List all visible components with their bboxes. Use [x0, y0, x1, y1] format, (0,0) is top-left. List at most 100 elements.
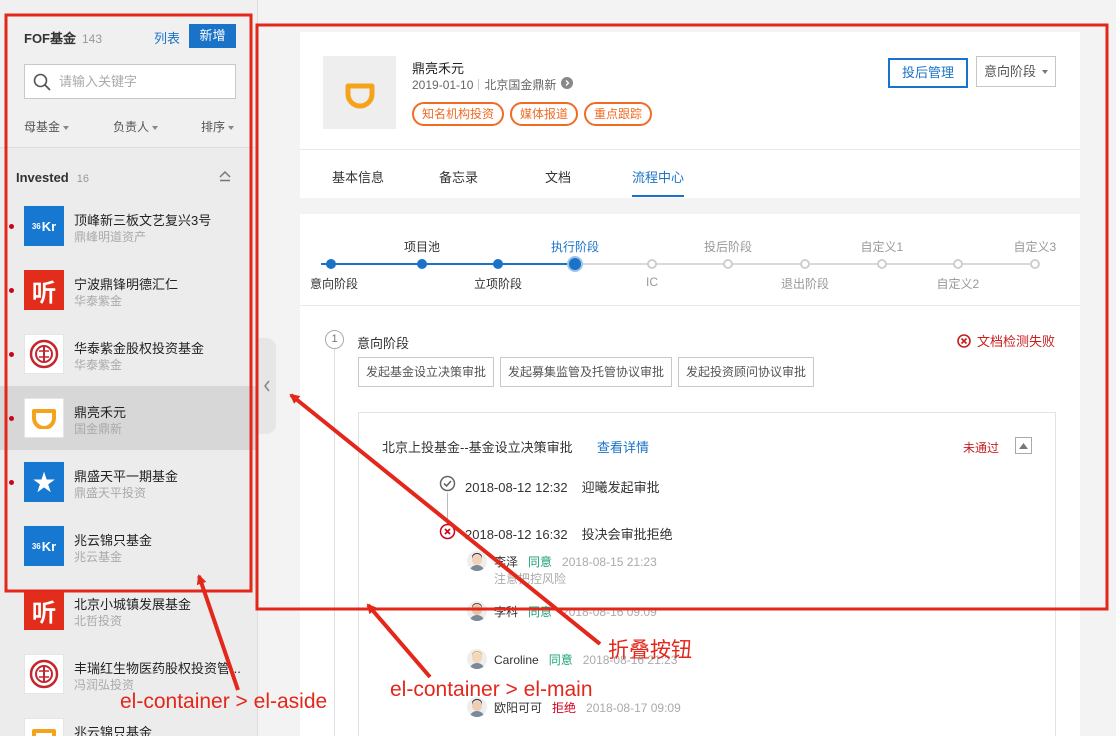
fund-manager: 北哲投资: [74, 614, 123, 628]
doc-check-status[interactable]: 文档检测失败: [957, 331, 1055, 350]
stage-node[interactable]: [417, 259, 427, 269]
approval-buttons: 发起基金设立决策审批 发起募集监管及托管协议审批 发起投资顾问协议审批: [358, 357, 815, 387]
view-details-link[interactable]: 查看详情: [597, 437, 649, 456]
timeline-action: 投决会审批拒绝: [581, 527, 673, 542]
sidebar-collapse-button[interactable]: [258, 338, 276, 434]
avatar: [467, 697, 487, 717]
search-input[interactable]: [59, 74, 229, 89]
group-header-invested[interactable]: Invested 16: [0, 162, 257, 192]
reviewer-name: Caroline: [494, 653, 539, 667]
fund-manager: 华泰紫金: [74, 358, 123, 372]
step-title: 意向阶段: [357, 336, 410, 351]
error-circle-icon: [957, 333, 971, 348]
filter-sort[interactable]: 排序: [201, 118, 235, 135]
record-collapse-button[interactable]: [1015, 437, 1032, 454]
stage-node[interactable]: [567, 256, 583, 272]
filter-owner[interactable]: 负责人: [113, 118, 159, 135]
stage-select[interactable]: 意向阶段: [976, 56, 1056, 87]
start-custody-agreement-approval-button[interactable]: 发起募集监管及托管协议审批: [500, 357, 673, 387]
project-tag[interactable]: 知名机构投资: [412, 102, 505, 126]
project-tag[interactable]: 媒体报道: [510, 102, 579, 126]
project-date: 2019-01-10: [412, 77, 474, 92]
fund-name: 丰瑞红生物医药股权投资管...: [74, 661, 241, 676]
fund-list-item[interactable]: 听宁波鼎锋明德汇仁 华泰紫金: [0, 258, 257, 322]
active-tab-indicator: [632, 195, 684, 197]
approval-record: 北京上投基金--基金设立决策审批 查看详情 未通过 2018-08-12 12:…: [358, 412, 1056, 736]
stage-node[interactable]: [647, 259, 657, 269]
seal-logo: [24, 334, 64, 374]
filter-parent-fund[interactable]: 母基金: [24, 118, 70, 135]
project-tag[interactable]: 重点跟踪: [584, 102, 653, 126]
fund-manager: 鼎盛天平投资: [74, 486, 147, 500]
stage-label: 投后阶段: [704, 240, 753, 254]
reviewer-name: 欧阳可可: [494, 701, 543, 715]
seal-logo: [24, 654, 64, 694]
start-advisory-agreement-approval-button[interactable]: 发起投资顾问协议审批: [678, 357, 815, 387]
tab-basic-info[interactable]: 基本信息: [332, 167, 384, 186]
tab-process-center[interactable]: 流程中心: [632, 167, 684, 186]
chevron-down-icon: [152, 125, 159, 130]
unread-dot: [9, 224, 14, 229]
stage-node[interactable]: [1030, 259, 1040, 269]
stage-select-value: 意向阶段: [984, 64, 1037, 79]
review-note: 注意把控风险: [494, 572, 567, 586]
stage-node[interactable]: [800, 259, 810, 269]
arrow-right-circle-icon[interactable]: [561, 77, 574, 92]
fund-list-item[interactable]: 华泰紫金股权投资基金 华泰紫金: [0, 322, 257, 386]
stage-node[interactable]: [493, 259, 503, 269]
sidebar: FOF基金 143 列表 新增 母基金 负责人 排序 Invested 16 36K…: [0, 0, 258, 736]
fund-manager: 国金鼎新: [74, 422, 123, 436]
tab-memo[interactable]: 备忘录: [439, 167, 478, 186]
search-box[interactable]: [24, 64, 236, 99]
fund-name: 鼎亮禾元: [74, 405, 127, 420]
project-name: 鼎亮禾元: [412, 61, 465, 76]
triangle-up-icon: [1019, 442, 1028, 449]
fund-list-item[interactable]: 鼎亮禾元 国金鼎新: [0, 386, 257, 450]
fund-list-item[interactable]: 36 Kr 顶峰新三板文艺复兴3号 鼎峰明道资产: [0, 194, 257, 258]
fund-name: 宁波鼎锋明德汇仁: [74, 277, 179, 292]
tab-documents[interactable]: 文档: [545, 167, 571, 186]
collapse-up-icon[interactable]: [218, 170, 232, 185]
project-org[interactable]: 北京国金鼎新: [484, 76, 556, 93]
list-view-button[interactable]: 列表: [154, 28, 180, 47]
add-fund-button[interactable]: 新增: [189, 24, 236, 48]
fund-list-item[interactable]: 听北京小城镇发展基金 北哲投资: [0, 578, 257, 642]
fund-list-item[interactable]: ★ 鼎盛天平一期基金 鼎盛天平投资: [0, 450, 257, 514]
start-fund-setup-approval-button[interactable]: 发起基金设立决策审批: [358, 357, 495, 387]
stage-label: 立项阶段: [474, 277, 523, 291]
stage-label: 项目池: [404, 240, 441, 254]
project-logo: [323, 56, 396, 129]
group-count: 16: [76, 173, 89, 185]
star-logo: ★: [24, 462, 64, 502]
ting-logo: 听: [24, 590, 64, 630]
fund-name: 兆云锦只基金: [74, 533, 153, 548]
reviewer-name: 李泽: [494, 555, 519, 569]
post-invest-button[interactable]: 投后管理: [888, 58, 968, 88]
fund-list-item[interactable]: 丰瑞红生物医药股权投资管... 冯润弘投资: [0, 642, 257, 706]
fund-manager: 华泰紫金: [74, 294, 123, 308]
stage-label: 自定义1: [860, 240, 904, 254]
group-title: Invested 16: [16, 170, 89, 185]
review-time: 2018-08-16 09:09: [562, 605, 657, 619]
fund-list-item[interactable]: 36 Kr 兆云锦只基金 兆云基金: [0, 514, 257, 578]
fund-list-item[interactable]: 兆云锦只基金: [0, 706, 257, 736]
main-content: 鼎亮禾元 2019-01-10 北京国金鼎新 知名机构投资 媒体报道 重点跟踪 …: [276, 0, 1116, 736]
project-tags: 知名机构投资 媒体报道 重点跟踪: [412, 102, 653, 126]
stage-node[interactable]: [877, 259, 887, 269]
stage-node[interactable]: [953, 259, 963, 269]
stage-node[interactable]: [723, 259, 733, 269]
timeline-time: 2018-08-12 16:32: [465, 527, 568, 542]
reviewer-name: 李科: [494, 605, 519, 619]
stage-label: 退出阶段: [781, 277, 830, 291]
doc-check-status-text: 文档检测失败: [977, 334, 1056, 349]
review-result: 拒绝: [552, 701, 577, 715]
fund-name: 兆云锦只基金: [74, 725, 153, 736]
reject-circle-icon: [439, 523, 456, 540]
stage-node[interactable]: [326, 259, 336, 269]
36kr-logo: 36 Kr: [24, 526, 64, 566]
stage-label: IC: [646, 275, 658, 289]
unread-dot: [9, 480, 14, 485]
fund-manager: 冯润弘投资: [74, 678, 135, 692]
review-row: 李泽 同意 2018-08-15 21:23: [494, 553, 657, 570]
fund-name: 顶峰新三板文艺复兴3号: [74, 213, 212, 228]
